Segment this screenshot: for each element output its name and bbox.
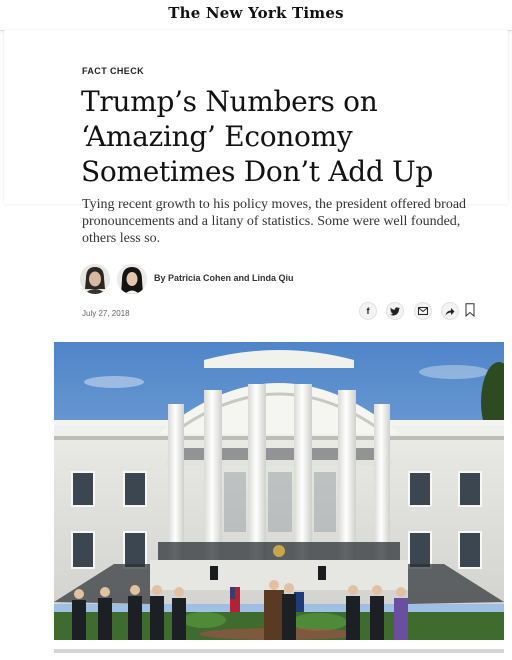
more-share-button[interactable] (441, 302, 459, 320)
headline-line-1: Trump’s Numbers on (81, 85, 378, 118)
twitter-share-button[interactable] (386, 302, 404, 320)
byline-prefix: By (154, 273, 166, 283)
article-byline: By Patricia Cohen and Linda Qiu (154, 273, 294, 283)
author-avatar-patricia-cohen[interactable] (80, 264, 110, 294)
publish-date: July 27, 2018 (82, 309, 130, 318)
article-summary: Tying recent growth to his policy moves,… (82, 197, 467, 246)
email-icon (418, 307, 428, 315)
lead-photo-white-house[interactable] (54, 342, 504, 640)
bookmark-icon[interactable] (465, 303, 475, 317)
headline-line-3: Sometimes Don’t Add Up (81, 155, 434, 188)
article-kicker[interactable]: Fact Check (82, 66, 144, 76)
masthead-logo[interactable]: The New York Times (0, 4, 512, 22)
photo-caption-strip (54, 646, 504, 660)
top-bar: The New York Times (0, 0, 512, 31)
author-avatar-linda-qiu[interactable] (117, 264, 147, 294)
headline-line-2: ‘Amazing’ Economy (81, 120, 353, 153)
share-arrow-icon (445, 307, 455, 315)
email-share-button[interactable] (414, 302, 432, 320)
byline-authors[interactable]: Patricia Cohen and Linda Qiu (168, 273, 294, 283)
twitter-icon (390, 306, 400, 315)
facebook-share-button[interactable]: f (359, 302, 377, 320)
article-headline: Trump’s Numbers on ‘Amazing’ Economy Som… (81, 84, 481, 189)
facebook-icon: f (366, 306, 370, 316)
